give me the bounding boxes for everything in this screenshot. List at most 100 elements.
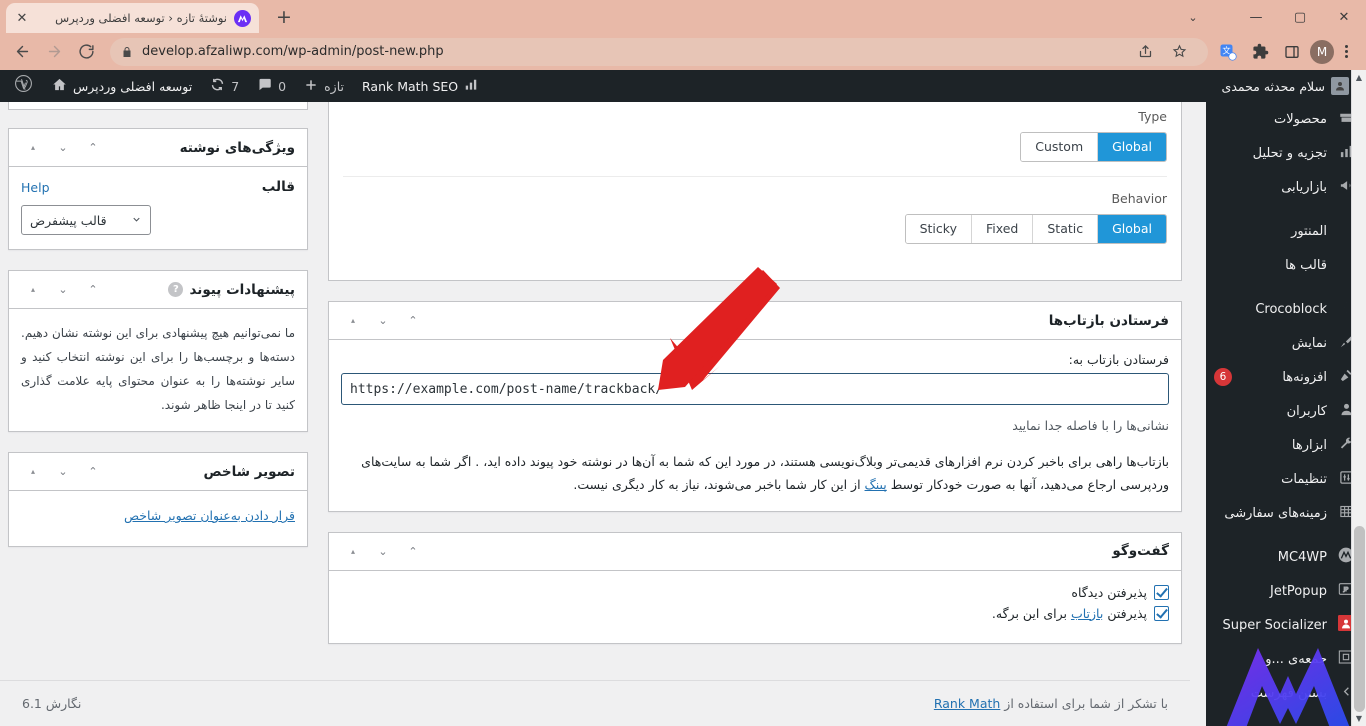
sidebar-item-5[interactable]: Crocoblock xyxy=(1206,292,1366,326)
admin-bar-updates[interactable]: 7 xyxy=(201,70,248,102)
scroll-up-arrow-icon[interactable]: ▲ xyxy=(1352,70,1366,85)
type-option-global[interactable]: Global xyxy=(1097,133,1166,161)
move-down-icon[interactable]: ⌄ xyxy=(51,136,75,160)
reload-icon[interactable] xyxy=(72,38,100,66)
star-icon[interactable] xyxy=(1165,38,1193,66)
sidebar-item-1[interactable]: تجزیه و تحلیل xyxy=(1206,136,1366,170)
admin-bar-new-content[interactable]: تازه xyxy=(295,70,353,102)
allow-trackbacks-label-after: برای این برگه. xyxy=(991,605,1071,621)
sidebar-item-14[interactable]: Super Socializer xyxy=(1206,608,1366,642)
allow-comments-label: پذیرفتن دیدگاه xyxy=(1071,584,1147,600)
template-help-link[interactable]: Help xyxy=(21,180,50,195)
puzzle-icon[interactable] xyxy=(1246,38,1274,66)
new-tab-button[interactable]: + xyxy=(272,6,296,30)
move-up-icon[interactable]: ⌃ xyxy=(81,460,105,484)
sidebar-item-13[interactable]: JP JetPopup xyxy=(1206,574,1366,608)
toggle-panel-icon[interactable]: ▴ xyxy=(341,309,365,333)
move-down-icon[interactable]: ⌄ xyxy=(371,309,395,333)
sidebar-item-2[interactable]: بازاریابی xyxy=(1206,170,1366,204)
move-down-icon[interactable]: ⌄ xyxy=(51,460,75,484)
trackback-url-input[interactable] xyxy=(341,373,1169,405)
window-close-button[interactable]: ✕ xyxy=(1322,2,1366,32)
toggle-panel-icon[interactable]: ▴ xyxy=(341,539,365,563)
behavior-option-global[interactable]: Global xyxy=(1097,215,1166,243)
trackback-description-part2: از این کار شما باخبر می‌شوند، نیاز به کا… xyxy=(573,477,865,493)
page-scrollbar[interactable]: ▲ ▼ xyxy=(1351,70,1366,726)
toggle-panel-icon[interactable]: ▴ xyxy=(21,278,45,302)
behavior-option-fixed[interactable]: Fixed xyxy=(970,215,1033,243)
trackback-link[interactable]: بازتاب xyxy=(1071,606,1103,621)
admin-bar-rank-math[interactable]: Rank Math SEO xyxy=(353,70,487,102)
admin-bar-comments-count: 0 xyxy=(278,78,287,94)
link-suggestions-header: پیشنهادات پیوند ? ⌃ ⌄ ▴ xyxy=(9,271,307,309)
tab-search-icon[interactable]: ⌄ xyxy=(1180,4,1206,30)
sidebar-item-4[interactable]: قالب ها xyxy=(1206,248,1366,282)
admin-bar-my-account[interactable]: سلام محدثه محمدی xyxy=(1213,70,1358,102)
address-bar[interactable]: develop.afzaliwp.com/wp-admin/post-new.p… xyxy=(110,37,1208,66)
sidebar-item-12[interactable]: MC4WP xyxy=(1206,540,1366,574)
toggle-panel-icon[interactable]: ▴ xyxy=(21,136,45,160)
minimize-button[interactable]: — xyxy=(1234,2,1278,32)
trackback-description: بازتاب‌ها راهی برای باخبر کردن نرم افزار… xyxy=(341,450,1169,496)
sidebar-item-10[interactable]: تنظیمات xyxy=(1206,462,1366,496)
allow-trackbacks-row[interactable]: پذیرفتن بازتاب برای این برگه. xyxy=(341,605,1169,621)
tab-strip: نوشتهٔ تازه ‹ توسعه افضلی وردپرس ✕ + ⌄ —… xyxy=(0,0,1366,33)
trackback-field-label: فرستادن بازتاب به: xyxy=(1068,352,1169,367)
toggle-panel-icon[interactable]: ▴ xyxy=(21,460,45,484)
sidebar-item-0[interactable]: محصولات xyxy=(1206,102,1366,136)
featured-image-postbox: تصویر شاخص ⌃ ⌄ ▴ قرار دادن به‌عنوان تصوی… xyxy=(8,452,308,547)
type-choice-group[interactable]: Custom Global xyxy=(1020,132,1167,162)
sidebar-item-11[interactable]: زمینه‌های سفارشی xyxy=(1206,496,1366,530)
move-down-icon[interactable]: ⌄ xyxy=(51,278,75,302)
sidebar-item-label: تنظیمات xyxy=(1281,471,1327,487)
sidebar-item-3[interactable]: المنتور xyxy=(1206,214,1366,248)
rank-math-footer-link[interactable]: Rank Math xyxy=(934,696,1000,711)
postbox-handle-actions: ⌃ ⌄ ▴ xyxy=(21,136,105,160)
browser-chrome: نوشتهٔ تازه ‹ توسعه افضلی وردپرس ✕ + ⌄ —… xyxy=(0,0,1366,70)
ping-link[interactable]: پینگ xyxy=(865,477,887,492)
allow-comments-checkbox[interactable] xyxy=(1154,584,1169,600)
wordpress-logo-icon[interactable] xyxy=(4,74,43,98)
sidebar-item-9[interactable]: ابزارها xyxy=(1206,428,1366,462)
side-panel-icon[interactable] xyxy=(1278,38,1306,66)
kebab-menu-icon[interactable] xyxy=(1334,40,1358,64)
share-icon[interactable] xyxy=(1131,38,1159,66)
admin-bar-site-name[interactable]: توسعه افضلی وردپرس xyxy=(43,70,201,102)
move-down-icon[interactable]: ⌄ xyxy=(371,539,395,563)
sidebar-item-8[interactable]: کاربران xyxy=(1206,394,1366,428)
move-up-icon[interactable]: ⌃ xyxy=(401,309,425,333)
move-up-icon[interactable]: ⌃ xyxy=(401,539,425,563)
behavior-choice-group[interactable]: Sticky Fixed Static Global xyxy=(904,214,1167,244)
plus-icon xyxy=(304,78,318,95)
sidebar-item-label: افزونه‌ها xyxy=(1282,369,1327,385)
sidebar-item-6[interactable]: نمایش xyxy=(1206,326,1366,360)
sidebar-item-15[interactable]: جمعه‌ی ...و xyxy=(1206,642,1366,676)
post-attributes-header: ویژگی‌های نوشته ⌃ ⌄ ▴ xyxy=(9,129,307,167)
side-column: ویژگی‌های نوشته ⌃ ⌄ ▴ قالب Help قالب پیش… xyxy=(0,102,318,567)
behavior-option-sticky[interactable]: Sticky xyxy=(905,215,971,243)
template-select[interactable]: قالب پیشفرض xyxy=(21,205,151,235)
maximize-button[interactable]: ▢ xyxy=(1278,2,1322,32)
scroll-down-arrow-icon[interactable]: ▼ xyxy=(1352,711,1366,726)
back-icon[interactable] xyxy=(8,38,36,66)
translate-icon[interactable]: 文 xyxy=(1214,38,1242,66)
admin-bar-new-label: تازه xyxy=(324,78,344,94)
close-icon[interactable]: ✕ xyxy=(14,10,30,26)
allow-trackbacks-checkbox[interactable] xyxy=(1154,605,1169,621)
sidebar-item-16[interactable]: بستن فهرست xyxy=(1206,676,1366,710)
behavior-option-static[interactable]: Static xyxy=(1032,215,1098,243)
move-up-icon[interactable]: ⌃ xyxy=(81,136,105,160)
browser-tab[interactable]: نوشتهٔ تازه ‹ توسعه افضلی وردپرس ✕ xyxy=(6,3,259,33)
move-up-icon[interactable]: ⌃ xyxy=(81,278,105,302)
admin-bar-updates-count: 7 xyxy=(231,78,240,94)
scrollbar-thumb[interactable] xyxy=(1354,526,1365,712)
sidebar-item-7[interactable]: افزونه‌ها 6 xyxy=(1206,360,1366,394)
allow-comments-row[interactable]: پذیرفتن دیدگاه xyxy=(341,584,1169,600)
admin-bar-comments[interactable]: 0 xyxy=(248,70,295,102)
sidebar-item-label: بستن فهرست xyxy=(1250,685,1327,701)
forward-icon[interactable] xyxy=(40,38,68,66)
type-option-custom[interactable]: Custom xyxy=(1021,133,1098,161)
question-mark-icon[interactable]: ? xyxy=(168,282,184,297)
set-featured-image-link[interactable]: قرار دادن به‌عنوان تصویر شاخص xyxy=(124,508,295,523)
profile-avatar[interactable]: M xyxy=(1310,39,1334,64)
